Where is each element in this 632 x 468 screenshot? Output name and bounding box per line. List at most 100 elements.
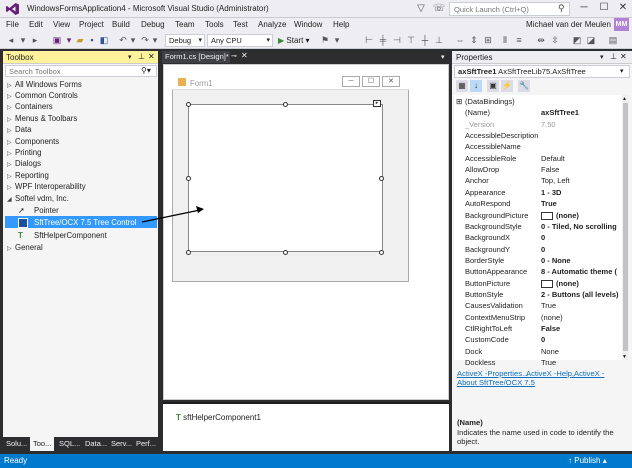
property-row[interactable]: AccessibleRole Default: [454, 153, 622, 164]
menu-analyze[interactable]: Analyze: [258, 20, 286, 29]
property-row[interactable]: AutoRespond True: [454, 198, 622, 209]
menu-view[interactable]: View: [53, 20, 70, 29]
property-row[interactable]: BackgroundStyle 0 - Tiled, No scrolling: [454, 221, 622, 232]
property-row[interactable]: AllowDrop False: [454, 164, 622, 175]
menu-tools[interactable]: Tools: [205, 20, 224, 29]
resize-handle-se[interactable]: [379, 250, 384, 255]
solution-config-select[interactable]: Debug ▾: [165, 34, 205, 47]
property-row[interactable]: BorderStyle 0 - None: [454, 255, 622, 266]
resize-handle-sw[interactable]: [186, 250, 191, 255]
tab-order-icon[interactable]: ▤: [608, 34, 618, 46]
tab-list-dropdown-icon[interactable]: ▾: [441, 53, 445, 61]
property-pages-icon[interactable]: 🔧: [518, 80, 530, 92]
redo-dropdown-icon[interactable]: ▾: [150, 34, 160, 46]
avatar[interactable]: MM: [614, 18, 629, 31]
property-row[interactable]: BackgroundX 0: [454, 232, 622, 243]
about-sfttree-link[interactable]: About SftTree/OCX 7.5: [457, 378, 535, 387]
property-row[interactable]: (DataBindings) ⊞: [454, 96, 622, 107]
toolbox-group-containers[interactable]: ▷ Containers: [7, 101, 53, 112]
property-row[interactable]: Dockless True: [454, 357, 622, 368]
platform-select[interactable]: Any CPU ▾: [207, 34, 273, 47]
activex-about-link[interactable]: ActiveX -: [574, 369, 604, 378]
property-value[interactable]: 1 - 3D: [541, 187, 621, 198]
property-value[interactable]: True: [541, 300, 621, 311]
activex-properties-link[interactable]: ActiveX -Properties...: [457, 369, 528, 378]
toolbox-group-common-controls[interactable]: ▷ Common Controls: [7, 90, 78, 101]
save-all-icon[interactable]: ◧: [99, 34, 109, 46]
bring-to-front-icon[interactable]: ◩: [572, 34, 582, 46]
property-value[interactable]: 0: [541, 244, 621, 255]
align-middle-icon[interactable]: ┼: [420, 34, 430, 46]
categorized-icon[interactable]: ▦: [456, 80, 468, 92]
object-selector[interactable]: axSftTree1 AxSftTreeLib75.AxSftTree: [454, 65, 630, 78]
property-row[interactable]: Anchor Top, Left: [454, 175, 622, 186]
activex-help-link[interactable]: ActiveX -Help,: [526, 369, 574, 378]
toolbox-group-reporting[interactable]: ▷ Reporting: [7, 170, 49, 181]
menu-project[interactable]: Project: [79, 20, 104, 29]
publish-button[interactable]: ↑ Publish ▴: [568, 454, 607, 468]
menu-test[interactable]: Test: [233, 20, 248, 29]
attach-icon[interactable]: ⚑: [320, 34, 330, 46]
events-icon[interactable]: ⚡: [501, 80, 513, 92]
maximize-button[interactable]: ☐: [594, 0, 614, 16]
property-value[interactable]: True: [541, 198, 621, 209]
search-icon[interactable]: ⚲▾: [141, 66, 151, 75]
make-same-height-icon[interactable]: ⇕: [469, 34, 479, 46]
minimize-button[interactable]: ─: [574, 0, 594, 16]
property-value[interactable]: (none): [541, 210, 621, 221]
align-bottom-icon[interactable]: ⊥: [434, 34, 444, 46]
scrollbar-thumb[interactable]: [623, 103, 628, 351]
undo-icon[interactable]: ↶: [118, 34, 128, 46]
center-vertically-icon[interactable]: ⇳: [550, 34, 560, 46]
toolbox-group-general[interactable]: ▷ General: [7, 242, 43, 253]
property-row[interactable]: ContextMenuStrip (none): [454, 312, 622, 323]
tab-server-explorer[interactable]: Serv...: [108, 437, 136, 451]
feedback-icon[interactable]: ☏: [432, 2, 446, 16]
property-row[interactable]: ButtonAppearance 8 - Automatic theme (: [454, 266, 622, 277]
tab-solution-explorer[interactable]: Solu...: [3, 437, 31, 451]
property-value[interactable]: 7.50: [541, 119, 621, 130]
property-row[interactable]: AccessibleDescription: [454, 130, 622, 141]
user-name[interactable]: Michael van der Meulen: [526, 20, 611, 29]
dropdown-icon[interactable]: ▾: [64, 34, 74, 46]
back-icon[interactable]: ◂: [6, 34, 16, 46]
toolbox-group-softel[interactable]: ◢ Softel vdm, Inc.: [7, 193, 69, 204]
tab-data-sources[interactable]: Data...: [82, 437, 111, 451]
resize-handle-e[interactable]: [379, 176, 384, 181]
pin-icon[interactable]: ⊥: [610, 52, 617, 61]
toolbar-options-icon[interactable]: ▾: [332, 34, 342, 46]
property-row[interactable]: ButtonPicture (none): [454, 278, 622, 289]
align-center-icon[interactable]: ╪: [378, 34, 388, 46]
send-to-back-icon[interactable]: ◪: [586, 34, 596, 46]
property-row[interactable]: Appearance 1 - 3D: [454, 187, 622, 198]
chevron-down-icon[interactable]: ▾: [620, 67, 624, 75]
close-icon[interactable]: ✕: [241, 51, 248, 60]
property-value[interactable]: (none): [541, 278, 621, 289]
toolbox-item-pointer[interactable]: ➚ Pointer: [18, 205, 59, 216]
align-left-icon[interactable]: ⊢: [364, 34, 374, 46]
property-value[interactable]: 2 - Buttons (all levels): [541, 289, 621, 300]
toolbox-item-sfthelpercomponent[interactable]: T SftHelperComponent: [18, 230, 107, 241]
property-row[interactable]: CtlRightToLeft False: [454, 323, 622, 334]
property-row[interactable]: (Name) axSftTree1: [454, 107, 622, 119]
menu-file[interactable]: File: [6, 20, 19, 29]
open-folder-icon[interactable]: ▰: [75, 34, 85, 46]
save-icon[interactable]: ▪: [87, 34, 97, 46]
property-value[interactable]: Default: [541, 153, 621, 164]
property-row[interactable]: ButtonStyle 2 - Buttons (all levels): [454, 289, 622, 300]
make-same-width-icon[interactable]: ⇔: [455, 34, 465, 46]
close-icon[interactable]: ✕: [148, 52, 155, 61]
sfttree-control[interactable]: [188, 104, 383, 252]
pin-icon[interactable]: ⊥: [138, 52, 145, 61]
toolbox-group-printing[interactable]: ▷ Printing: [7, 147, 41, 158]
property-value[interactable]: False: [541, 323, 621, 334]
property-row[interactable]: _Version 7.50: [454, 119, 622, 130]
toolbox-group-menus-toolbars[interactable]: ▷ Menus & Toolbars: [7, 113, 77, 124]
tab-form1-design[interactable]: Form1.cs [Design]*: [162, 51, 230, 63]
alphabetical-icon[interactable]: ↓: [470, 80, 482, 92]
align-right-icon[interactable]: ⊣: [392, 34, 402, 46]
toolbox-group-all-windows-forms[interactable]: ▷ All Windows Forms: [7, 79, 82, 90]
menu-build[interactable]: Build: [112, 20, 130, 29]
smart-tag-icon[interactable]: ▸: [373, 100, 381, 107]
menu-window[interactable]: Window: [294, 20, 322, 29]
